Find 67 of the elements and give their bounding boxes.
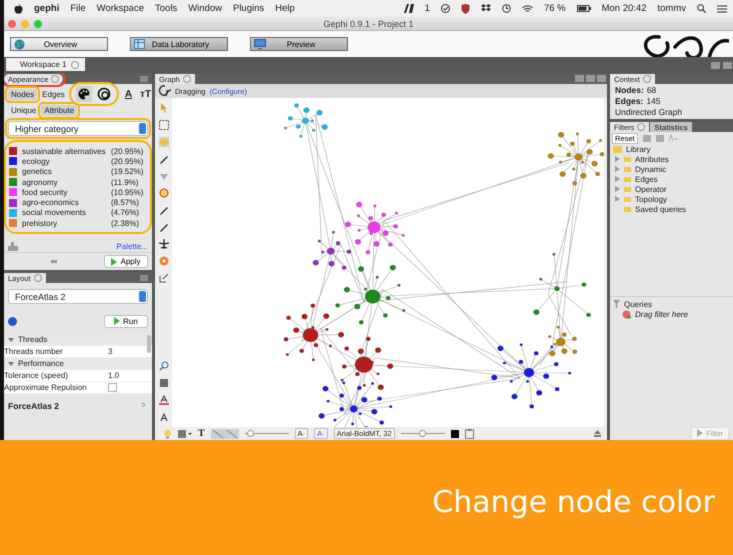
- tree-item[interactable]: Topology: [635, 194, 668, 204]
- workspace-tab[interactable]: Workspace 1: [6, 58, 85, 71]
- graph-type: Undirected Graph: [615, 106, 682, 116]
- mode-tab[interactable]: Unique: [8, 105, 40, 116]
- category-name: agronomy: [22, 178, 59, 187]
- menu-item[interactable]: Plugins: [232, 3, 264, 14]
- tree-item[interactable]: Library: [626, 144, 650, 154]
- menu-item[interactable]: Help: [275, 3, 295, 14]
- property-value[interactable]: 1.0: [108, 371, 152, 380]
- workspace-button[interactable]: Data Laboratory: [130, 37, 228, 51]
- category-share: (2.38%): [111, 218, 140, 228]
- mode-tab[interactable]: Attribute: [41, 105, 78, 116]
- run-button[interactable]: Run: [104, 314, 148, 328]
- element-tab[interactable]: Edges: [39, 88, 68, 100]
- property-value[interactable]: 3: [108, 347, 152, 356]
- category-share: (11.9%): [111, 178, 140, 187]
- clock: Mon 20:42: [602, 3, 646, 14]
- tree-item[interactable]: Edges: [635, 174, 658, 184]
- category-name: genetics: [22, 167, 53, 176]
- category-name: agro-economics: [22, 198, 80, 208]
- stat-value: 68: [646, 84, 656, 94]
- category-share: (10.95%): [111, 188, 144, 197]
- battery-percent: 76 %: [544, 3, 566, 14]
- category-name: food security: [22, 188, 68, 197]
- property-group: Threads: [18, 335, 48, 344]
- menu-item[interactable]: File: [70, 3, 86, 14]
- label-tool-button[interactable]: A: [122, 88, 136, 100]
- category-share: (8.57%): [111, 198, 140, 208]
- label-tool-button[interactable]: тT: [137, 88, 152, 100]
- queries-heading: Queries: [624, 300, 652, 309]
- tree-item[interactable]: Attributes: [635, 154, 669, 164]
- category-share: (4.76%): [111, 208, 140, 218]
- window-title: Gephi 0.9.1 - Project 1: [323, 18, 414, 28]
- algorithm-dropdown[interactable]: ForceAtlas 2: [8, 289, 148, 304]
- caption: Change node color: [432, 485, 715, 520]
- tree-item[interactable]: Saved queries: [635, 204, 686, 214]
- category-name: ecology: [22, 156, 51, 166]
- property-group: Performance: [18, 359, 64, 368]
- text-tool-button[interactable]: T: [198, 428, 205, 439]
- stat-label: Edges:: [615, 96, 644, 106]
- menu-item[interactable]: Workspace: [96, 3, 144, 14]
- palette-link[interactable]: Palette...: [116, 242, 148, 250]
- app-menu[interactable]: gephi: [34, 3, 60, 14]
- workspace-button[interactable]: Overview: [10, 37, 108, 51]
- category-name: social movements: [22, 208, 88, 218]
- stat-value: 145: [646, 96, 661, 106]
- workspace-button[interactable]: Preview: [250, 37, 348, 51]
- stat-label: Nodes:: [615, 84, 644, 94]
- tree-item[interactable]: Dynamic: [635, 164, 666, 174]
- category-name: sustainable alternatives: [22, 146, 106, 156]
- tree-item[interactable]: Operator: [635, 184, 667, 194]
- element-tab[interactable]: Nodes: [8, 88, 38, 100]
- apply-button[interactable]: Apply: [104, 255, 148, 268]
- menu-item[interactable]: Window: [188, 3, 222, 14]
- drop-hint: Drag filter here: [635, 310, 688, 319]
- property-name: Threads number: [4, 347, 64, 356]
- property-name: Tolerance (speed): [4, 371, 70, 380]
- category-share: (20.95%): [111, 146, 144, 156]
- category-share: (20.95%): [111, 156, 144, 166]
- category-name: prehistory: [22, 218, 58, 228]
- user-name[interactable]: tommv: [658, 3, 686, 14]
- category-share: (19.52%): [111, 167, 144, 176]
- attribute-dropdown[interactable]: Higher category: [8, 121, 148, 136]
- menu-item[interactable]: Tools: [155, 3, 178, 14]
- status-count: 1: [424, 3, 430, 14]
- property-name: Approximate Repulsion: [4, 383, 88, 392]
- algorithm-title: ForceAtlas 2: [8, 401, 60, 411]
